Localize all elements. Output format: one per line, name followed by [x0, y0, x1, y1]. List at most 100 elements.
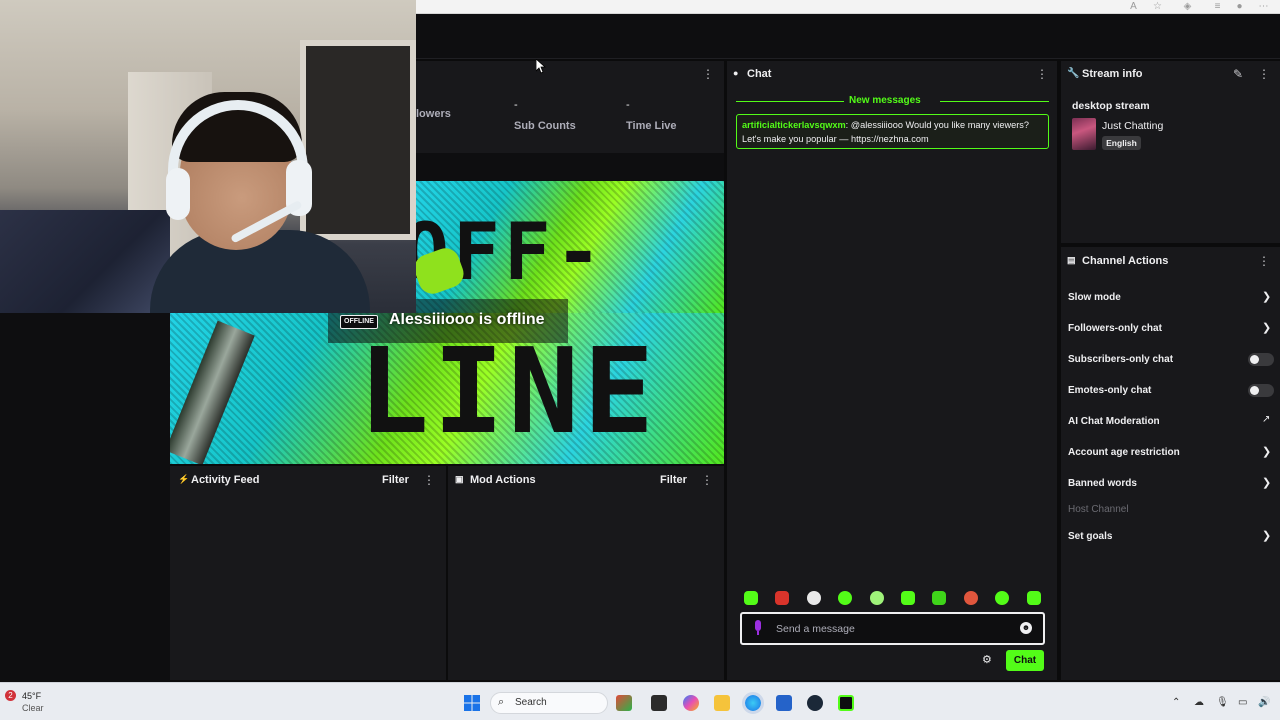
offline-preview-top: OFF-: [416, 181, 724, 313]
news-widget-icon[interactable]: [616, 695, 632, 711]
emote-icon[interactable]: [838, 591, 852, 605]
external-link-icon[interactable]: ↗: [1262, 414, 1270, 425]
channel-actions-menu-icon[interactable]: ⋮: [1258, 255, 1270, 267]
microphone-icon[interactable]: [752, 620, 764, 636]
store-icon[interactable]: [776, 695, 792, 711]
mod-actions-title: Mod Actions: [470, 474, 536, 486]
activity-feed-title: Activity Feed: [191, 474, 260, 486]
sub-counts-label: Sub Counts: [514, 120, 576, 132]
send-chat-button[interactable]: Chat: [1006, 650, 1044, 671]
emote-icon[interactable]: [964, 591, 978, 605]
offline-status: Alessiiiooo is offline: [389, 311, 545, 328]
chat-panel: ● Chat ⋮: [727, 61, 1057, 680]
emotes-only-toggle[interactable]: [1248, 384, 1274, 397]
mod-actions-filter-button[interactable]: Filter: [660, 474, 687, 486]
offline-badge: OFFLINE: [340, 315, 378, 329]
activity-filter-button[interactable]: Filter: [382, 474, 409, 486]
time-live-label: Time Live: [626, 120, 677, 132]
windows-start-icon[interactable]: [464, 695, 480, 711]
chevron-right-icon[interactable]: ❯: [1262, 476, 1271, 489]
category-thumbnail[interactable]: [1072, 118, 1096, 150]
stream-category[interactable]: Just Chatting: [1102, 120, 1163, 132]
host-channel-action: Host Channel: [1068, 504, 1129, 515]
account-age-action[interactable]: Account age restriction: [1068, 447, 1180, 458]
onedrive-icon[interactable]: ☁: [1194, 697, 1204, 708]
task-view-icon[interactable]: [651, 695, 667, 711]
stats-menu-icon[interactable]: ⋮: [702, 68, 714, 80]
channel-actions-title: Channel Actions: [1082, 255, 1169, 267]
mod-actions-menu-icon[interactable]: ⋮: [701, 474, 713, 486]
subscribers-only-toggle[interactable]: [1248, 353, 1274, 366]
quick-emotes-bar: [740, 590, 1046, 608]
stream-info-menu-icon[interactable]: ⋮: [1258, 68, 1270, 80]
collections-icon[interactable]: ≡: [1212, 1, 1223, 12]
chevron-right-icon[interactable]: ❯: [1262, 290, 1271, 303]
chevron-right-icon[interactable]: ❯: [1262, 321, 1271, 334]
banned-words-action[interactable]: Banned words: [1068, 478, 1137, 489]
channel-actions-icon: ▤: [1067, 255, 1076, 265]
weather-condition[interactable]: Clear: [22, 703, 44, 713]
emote-icon[interactable]: [901, 591, 915, 605]
chevron-right-icon[interactable]: ❯: [1262, 445, 1271, 458]
subscribers-only-action: Subscribers-only chat: [1068, 354, 1174, 365]
copilot-icon[interactable]: [683, 695, 699, 711]
browser-toolbar: A ☆ ◈ ≡ ● ⋯: [416, 0, 1280, 14]
emote-icon[interactable]: [807, 591, 821, 605]
channel-actions-panel: ▤ Channel Actions ⋮: [1061, 247, 1280, 680]
chevron-up-icon[interactable]: ⌃: [1172, 697, 1180, 708]
emote-icon[interactable]: [870, 591, 884, 605]
file-explorer-icon[interactable]: [714, 695, 730, 711]
time-live-value: -: [626, 99, 630, 111]
chat-message[interactable]: artificialtickerlavsqwxm: @alessiiiooo W…: [736, 114, 1049, 149]
emote-icon[interactable]: [995, 591, 1009, 605]
microphone-tray-icon[interactable]: 🎙: [1216, 697, 1229, 708]
chat-username[interactable]: artificialtickerlavsqwxm: [742, 120, 846, 130]
new-messages-divider[interactable]: New messages: [736, 94, 1049, 110]
set-goals-action[interactable]: Set goals: [1068, 531, 1112, 542]
emoji-picker-icon[interactable]: ☻: [1020, 622, 1032, 634]
chat-menu-icon[interactable]: ⋮: [1036, 68, 1048, 80]
webcam-overlay: [0, 0, 416, 313]
time-live-stat: - Time Live: [626, 99, 677, 132]
kick-app-icon[interactable]: [838, 695, 854, 711]
mouse-cursor-icon: [536, 59, 546, 74]
stream-info-panel: 🔧 Stream info ✎ ⋮ desktop stream Just Ch…: [1061, 61, 1280, 243]
chat-message-input[interactable]: [776, 621, 1006, 637]
shield-icon: ▣: [455, 474, 464, 484]
sub-counts-value: -: [514, 99, 518, 111]
language-badge: English: [1102, 136, 1141, 150]
read-aloud-icon[interactable]: A: [1128, 1, 1139, 12]
weather-temperature[interactable]: 45°F: [22, 691, 41, 701]
webcam-door-right: [300, 40, 416, 240]
volume-icon[interactable]: 🔊: [1258, 697, 1270, 708]
chat-bubble-icon: ●: [733, 68, 739, 78]
chevron-right-icon[interactable]: ❯: [1262, 529, 1271, 542]
extensions-icon[interactable]: ◈: [1182, 1, 1193, 12]
new-messages-label: New messages: [849, 95, 921, 106]
chat-settings-gear-icon[interactable]: ⚙: [982, 654, 994, 666]
search-icon: ⌕: [498, 696, 505, 708]
sub-counts-stat: - Sub Counts: [514, 99, 576, 132]
slow-mode-action[interactable]: Slow mode: [1068, 292, 1121, 303]
emote-icon[interactable]: [932, 591, 946, 605]
emote-icon[interactable]: [775, 591, 789, 605]
ai-moderation-action[interactable]: AI Chat Moderation: [1068, 416, 1160, 427]
taskbar-search-label: Search: [515, 697, 547, 708]
activity-menu-icon[interactable]: ⋮: [423, 474, 435, 486]
taskbar-search[interactable]: ⌕ Search: [490, 692, 608, 714]
headset-cup-left: [166, 168, 190, 220]
steam-icon[interactable]: [807, 695, 823, 711]
profile-avatar-icon[interactable]: ●: [1234, 1, 1245, 12]
emotes-only-action: Emotes-only chat: [1068, 385, 1152, 396]
browser-menu-icon[interactable]: ⋯: [1258, 1, 1269, 12]
edit-pencil-icon[interactable]: ✎: [1233, 68, 1243, 80]
followers-only-action[interactable]: Followers-only chat: [1068, 323, 1162, 334]
display-icon[interactable]: ▭: [1238, 697, 1247, 708]
chat-input-box[interactable]: [740, 612, 1045, 645]
emote-icon[interactable]: [744, 591, 758, 605]
edge-browser-icon[interactable]: [742, 692, 764, 714]
emote-icon[interactable]: [1027, 591, 1041, 605]
favorite-star-icon[interactable]: ☆: [1152, 1, 1163, 12]
followers-label: lowers: [416, 108, 451, 120]
wrench-icon: 🔧: [1067, 68, 1080, 79]
